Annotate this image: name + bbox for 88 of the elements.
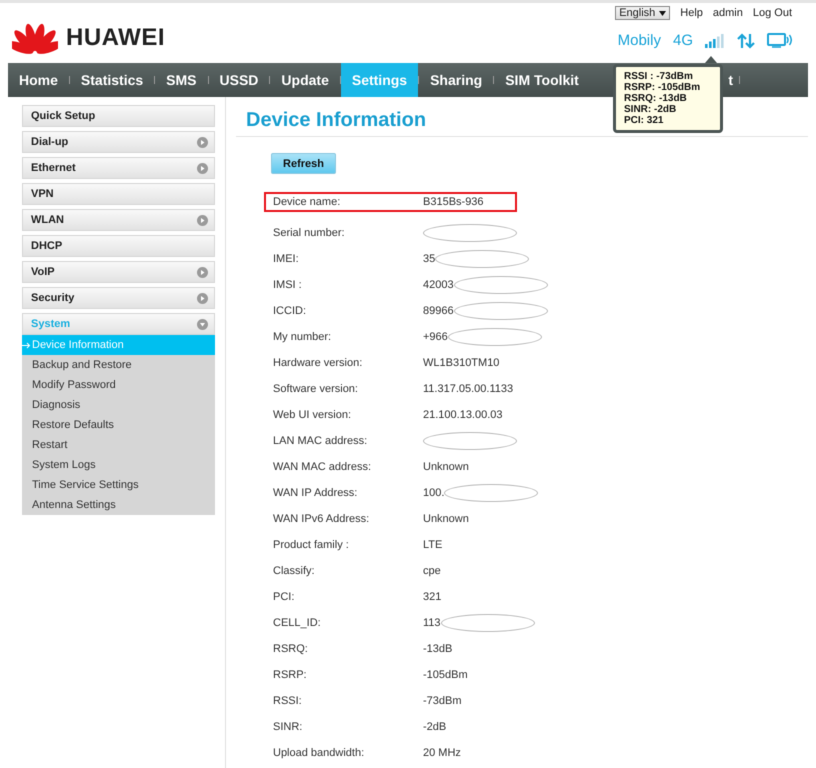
- logo-icon: [12, 21, 58, 55]
- header-link[interactable]: Help: [680, 7, 703, 19]
- refresh-button[interactable]: Refresh: [271, 153, 336, 174]
- monitor-icon: [767, 33, 792, 48]
- field-value: -13dB: [423, 643, 452, 655]
- expand-icon: [197, 292, 208, 304]
- sidebar-submenu-item[interactable]: Time Service Settings: [22, 475, 215, 495]
- field-value: LTE: [423, 539, 442, 551]
- field-label: ICCID:: [273, 305, 307, 317]
- signal-icon[interactable]: [705, 34, 725, 48]
- header-link[interactable]: Log Out: [752, 7, 792, 19]
- field-label: IMSI :: [273, 279, 303, 291]
- operator-name: Mobily: [618, 32, 661, 49]
- field-value: 321: [423, 591, 442, 603]
- sidebar-menu-item[interactable]: VPN: [22, 183, 215, 205]
- field-value: 11.317.05.00.1133: [423, 383, 514, 395]
- data-transfer-icon: [737, 32, 755, 48]
- field-label: RSRP:: [273, 669, 308, 681]
- sidebar-menu-item[interactable]: WLAN: [22, 209, 215, 231]
- field-value: 89966: [423, 305, 454, 317]
- field-label: WAN IP Address:: [273, 487, 358, 499]
- sidebar-menu-item[interactable]: Dial-up: [22, 131, 215, 153]
- collapse-icon: [197, 318, 208, 330]
- signal-tooltip: RSSI : -73dBm RSRP: -105dBm RSRQ: -13dB SINR: -2dB PCI: 321: [613, 64, 723, 133]
- field-label: SINR:: [273, 721, 304, 733]
- field-value: Unknown: [423, 513, 469, 525]
- sidebar-submenu-item[interactable]: System Logs: [22, 455, 215, 475]
- field-label: LAN MAC address:: [273, 435, 368, 447]
- field-label: Hardware version:: [273, 357, 364, 369]
- field-label: IMEI:: [273, 253, 300, 265]
- field-value: 21.100.13.00.03: [423, 409, 503, 421]
- sidebar-menu-item[interactable]: Security: [22, 287, 215, 309]
- field-label: CELL_ID:: [273, 617, 322, 629]
- field-value: WL1B310TM10: [423, 357, 500, 369]
- sidebar-submenu-item[interactable]: Modify Password: [22, 375, 215, 395]
- field-value: 100.: [423, 487, 444, 499]
- expand-icon: [197, 266, 208, 278]
- network-type: 4G: [672, 32, 693, 49]
- field-label: RSSI:: [273, 695, 303, 707]
- nav-tab[interactable]: Update: [270, 63, 340, 97]
- sidebar-submenu-item[interactable]: Diagnosis: [22, 395, 215, 415]
- field-label: Serial number:: [273, 227, 346, 239]
- nav-tab[interactable]: Statistics: [70, 63, 154, 97]
- field-label: WAN IPv6 Address:: [273, 513, 370, 525]
- field-value: cpe: [423, 565, 441, 577]
- field-value: 42003: [423, 279, 454, 291]
- expand-icon: [197, 162, 208, 174]
- field-value: -73dBm: [423, 695, 462, 707]
- field-value: 20 MHz: [423, 747, 461, 759]
- field-label: Device name:: [273, 196, 342, 208]
- nav-tab[interactable]: USSD: [208, 63, 270, 97]
- sidebar-submenu-item[interactable]: Restart: [22, 435, 215, 455]
- field-label: Upload bandwidth:: [273, 747, 366, 759]
- field-label: WAN MAC address:: [273, 461, 372, 473]
- brand-logo: HUAWEI: [66, 24, 165, 52]
- arrow-icon: [22, 342, 31, 348]
- expand-icon: [197, 136, 208, 148]
- caret-icon: [659, 10, 666, 16]
- sidebar-menu-item[interactable]: DHCP: [22, 235, 215, 257]
- sidebar-submenu-item[interactable]: Backup and Restore: [22, 355, 215, 375]
- nav-tab[interactable]: SIM Toolkit: [494, 63, 590, 97]
- field-value: -2dB: [423, 721, 446, 733]
- nav-tab[interactable]: Sharing: [419, 63, 494, 97]
- language-select[interactable]: English: [615, 6, 670, 20]
- sidebar-submenu-item[interactable]: Restore Defaults: [22, 415, 215, 435]
- field-value: +966: [423, 331, 448, 343]
- field-label: Web UI version:: [273, 409, 352, 421]
- field-label: Classify:: [273, 565, 316, 577]
- field-label: Software version:: [273, 383, 359, 395]
- sidebar-submenu-item[interactable]: Antenna Settings: [22, 495, 215, 515]
- expand-icon: [197, 214, 208, 226]
- field-value: Unknown: [423, 461, 469, 473]
- field-label: Product family :: [273, 539, 350, 551]
- sidebar-menu-item[interactable]: Quick Setup: [22, 105, 215, 127]
- field-value: -105dBm: [423, 669, 468, 681]
- page-title: Device Information: [246, 109, 426, 132]
- field-label: RSRQ:: [273, 643, 309, 655]
- header-link[interactable]: admin: [712, 7, 743, 19]
- field-value: B315Bs-936: [423, 196, 484, 208]
- sidebar-menu-item[interactable]: VoIP: [22, 261, 215, 283]
- field-label: PCI:: [273, 591, 296, 603]
- nav-tab[interactable]: SMS: [155, 63, 208, 97]
- field-value: 35: [423, 253, 436, 265]
- nav-tab[interactable]: Home: [8, 63, 69, 97]
- field-value: 113: [423, 617, 441, 629]
- sidebar-menu-item[interactable]: Ethernet: [22, 157, 215, 179]
- nav-tab[interactable]: t: [722, 63, 739, 97]
- field-label: My number:: [273, 331, 332, 343]
